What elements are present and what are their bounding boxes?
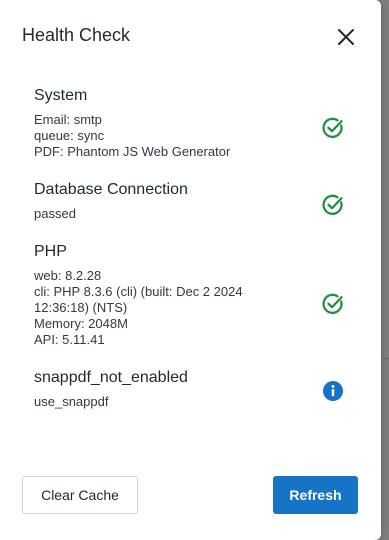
check-detail-line: Memory: 2048M bbox=[34, 316, 128, 331]
check-title: Database Connection bbox=[34, 181, 188, 198]
check-detail-line: cli: PHP 8.3.6 (cli) (built: Dec 2 2024 bbox=[34, 284, 243, 299]
check-details: passed bbox=[34, 206, 354, 222]
check-title: snappdf_not_enabled bbox=[34, 369, 188, 386]
refresh-button[interactable]: Refresh bbox=[273, 476, 358, 514]
dialog-header: Health Check bbox=[0, 0, 381, 68]
health-checks-list: System Email: smtp queue: sync PDF: Phan… bbox=[34, 86, 354, 430]
info-icon[interactable] bbox=[322, 380, 344, 402]
check-circle-icon bbox=[322, 117, 343, 138]
check-item-snappdf: snappdf_not_enabled use_snappdf bbox=[34, 368, 354, 410]
check-item-system: System Email: smtp queue: sync PDF: Phan… bbox=[34, 86, 354, 160]
check-detail-line: Email: smtp bbox=[34, 112, 102, 127]
check-detail-line: 12:36:18) (NTS) bbox=[34, 300, 128, 315]
check-item-php: PHP web: 8.2.28 cli: PHP 8.3.6 (cli) (bu… bbox=[34, 242, 354, 348]
check-title: PHP bbox=[34, 243, 67, 260]
dialog-footer: Clear Cache Refresh bbox=[22, 476, 358, 514]
check-detail-line: API: 5.11.41 bbox=[34, 332, 105, 347]
check-detail-line: PDF: Phantom JS Web Generator bbox=[34, 144, 231, 159]
clear-cache-button[interactable]: Clear Cache bbox=[22, 476, 138, 514]
close-icon bbox=[338, 29, 354, 45]
check-detail-line: queue: sync bbox=[34, 128, 105, 143]
check-detail-line: use_snappdf bbox=[34, 394, 109, 409]
modal-backdrop: Health Check System Email: smtp queue: s… bbox=[0, 0, 389, 540]
check-item-database: Database Connection passed bbox=[34, 180, 354, 222]
check-circle-icon bbox=[322, 194, 343, 215]
check-details: use_snappdf bbox=[34, 394, 354, 410]
check-detail-line: web: 8.2.28 bbox=[34, 268, 102, 283]
check-details: web: 8.2.28 cli: PHP 8.3.6 (cli) (built:… bbox=[34, 268, 354, 348]
close-button[interactable] bbox=[333, 24, 359, 50]
health-check-dialog: Health Check System Email: smtp queue: s… bbox=[0, 0, 381, 540]
check-detail-line: passed bbox=[34, 206, 76, 221]
check-circle-icon bbox=[322, 293, 343, 314]
check-title: System bbox=[34, 87, 88, 104]
dialog-title: Health Check bbox=[22, 25, 131, 45]
check-details: Email: smtp queue: sync PDF: Phantom JS … bbox=[34, 112, 354, 160]
